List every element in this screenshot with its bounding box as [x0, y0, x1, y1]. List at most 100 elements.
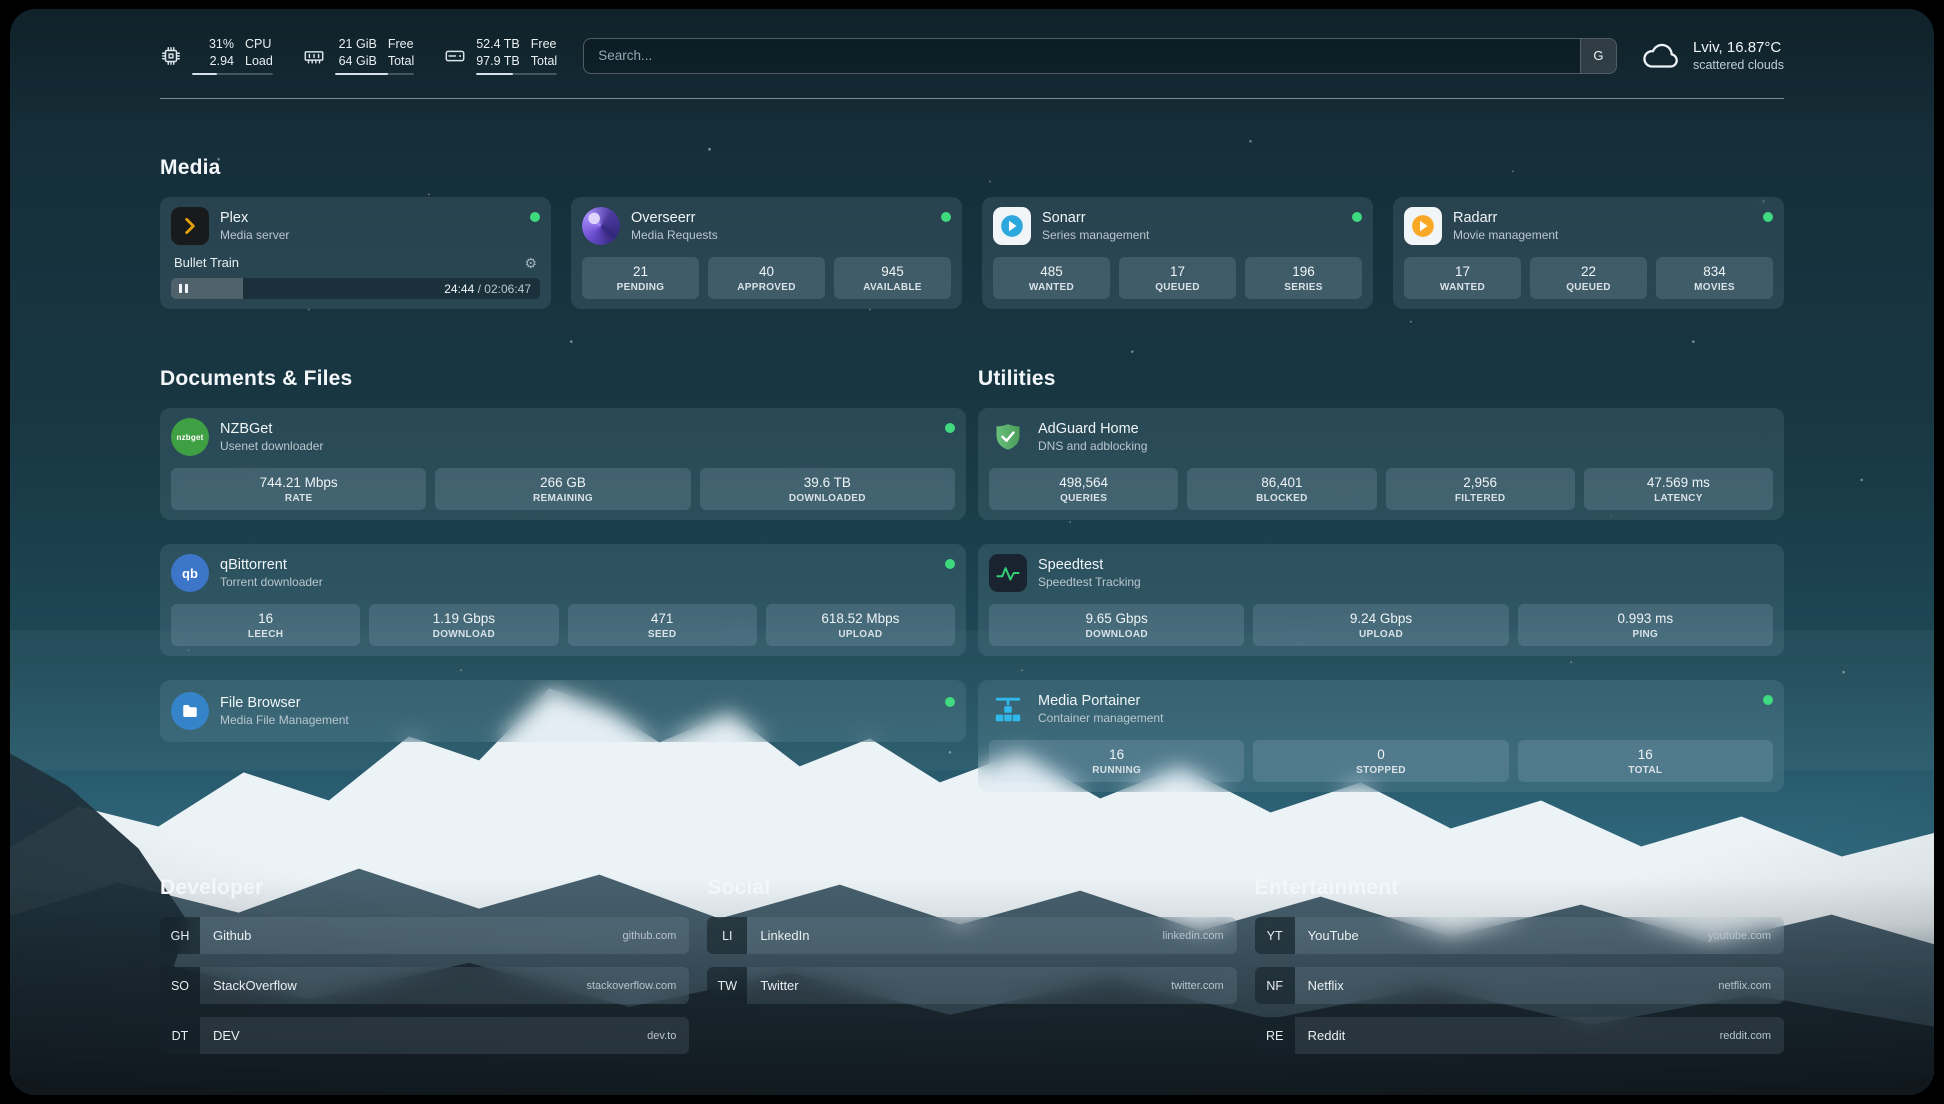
stat-box: 834 MOVIES — [1656, 257, 1773, 299]
section-title-developer: Developer — [160, 876, 689, 900]
service-card-portainer[interactable]: Media Portainer Container management 16 … — [978, 680, 1784, 792]
bookmark-name: Github — [213, 928, 251, 943]
stat-label: FILTERED — [1390, 493, 1571, 504]
disk-free-label: Free — [531, 36, 557, 53]
bookmark-twitter[interactable]: TW Twitter twitter.com — [707, 967, 1236, 1004]
stat-box: 21 PENDING — [582, 257, 699, 299]
service-card-sonarr[interactable]: Sonarr Series management 485 WANTED 17 Q… — [982, 197, 1373, 309]
service-card-radarr[interactable]: Radarr Movie management 17 WANTED 22 QUE… — [1393, 197, 1784, 309]
weather-widget: Lviv, 16.87°C scattered clouds — [1639, 39, 1784, 72]
bookmark-url: reddit.com — [1720, 1030, 1771, 1042]
bookmark-abbr: TW — [707, 967, 747, 1004]
stat-value: 0 — [1257, 747, 1504, 762]
disk-stats: 52.4 TB 97.9 TB Free Total — [476, 36, 557, 75]
disk-icon — [444, 45, 466, 67]
stat-value: 834 — [1660, 264, 1769, 279]
memory-stats: 21 GiB 64 GiB Free Total — [335, 36, 414, 75]
stat-label: STOPPED — [1257, 765, 1504, 776]
stat-label: LATENCY — [1588, 493, 1769, 504]
bookmark-url: twitter.com — [1171, 980, 1224, 992]
stat-label: DOWNLOAD — [993, 629, 1240, 640]
bookmark-dev[interactable]: DT DEV dev.to — [160, 1017, 689, 1054]
bookmark-name: Reddit — [1308, 1028, 1346, 1043]
cpu-usage-label: CPU — [245, 36, 273, 53]
service-name: Media Portainer — [1038, 693, 1163, 709]
memory-icon — [303, 45, 325, 67]
service-card-qbittorrent[interactable]: qb qBittorrent Torrent downloader 16 LEE… — [160, 544, 966, 656]
section-title-social: Social — [707, 876, 1236, 900]
service-desc: Media File Management — [220, 713, 349, 727]
playback-elapsed: 24:44 — [444, 282, 474, 296]
stat-value: 21 — [586, 264, 695, 279]
service-name: AdGuard Home — [1038, 421, 1147, 437]
section-title-media: Media — [160, 156, 1784, 180]
service-card-nzbget[interactable]: nzbget NZBGet Usenet downloader 744.21 M… — [160, 408, 966, 520]
search-provider-button[interactable]: G — [1580, 39, 1616, 73]
cpu-widget: 31% 2.94 CPU Load — [160, 36, 273, 75]
stat-box: 0.993 ms PING — [1518, 604, 1773, 646]
disk-total-label: Total — [531, 53, 557, 70]
service-name: qBittorrent — [220, 557, 323, 573]
stat-box: 17 WANTED — [1404, 257, 1521, 299]
sonarr-icon — [993, 207, 1031, 245]
stat-box: 498,564 QUERIES — [989, 468, 1178, 510]
service-card-adguard[interactable]: AdGuard Home DNS and adblocking 498,564 … — [978, 408, 1784, 520]
overseerr-icon — [582, 207, 620, 245]
status-dot — [530, 212, 540, 222]
stat-value: 0.993 ms — [1522, 611, 1769, 626]
bookmark-github[interactable]: GH Github github.com — [160, 917, 689, 954]
gear-icon[interactable]: ⚙ — [524, 256, 537, 270]
disk-total-value: 97.9 TB — [476, 53, 520, 70]
bookmark-name: LinkedIn — [760, 928, 809, 943]
bookmark-name: YouTube — [1308, 928, 1359, 943]
service-card-plex[interactable]: Plex Media server Bullet Train ⚙ 24:44 — [160, 197, 551, 309]
disk-free-value: 52.4 TB — [476, 36, 520, 53]
cpu-usage-bar — [192, 73, 273, 75]
section-social: Social LI LinkedIn linkedin.com TW Twitt… — [707, 858, 1236, 1054]
stat-box: 744.21 Mbps RATE — [171, 468, 426, 510]
stat-box: 0 STOPPED — [1253, 740, 1508, 782]
service-card-speedtest[interactable]: Speedtest Speedtest Tracking 9.65 Gbps D… — [978, 544, 1784, 656]
status-dot — [1763, 212, 1773, 222]
bookmark-youtube[interactable]: YT YouTube youtube.com — [1255, 917, 1784, 954]
qbittorrent-logo-text: qb — [182, 566, 198, 581]
bookmark-name: Netflix — [1308, 978, 1344, 993]
bookmark-abbr: YT — [1255, 917, 1295, 954]
bookmark-url: linkedin.com — [1163, 930, 1224, 942]
bookmark-stackoverflow[interactable]: SO StackOverflow stackoverflow.com — [160, 967, 689, 1004]
stat-label: QUEUED — [1123, 282, 1232, 293]
cpu-load-value: 2.94 — [210, 53, 234, 70]
stat-box: 47.569 ms LATENCY — [1584, 468, 1773, 510]
memory-usage-bar — [335, 73, 414, 75]
stat-value: 17 — [1123, 264, 1232, 279]
stat-box: 2,956 FILTERED — [1386, 468, 1575, 510]
stat-box: 485 WANTED — [993, 257, 1110, 299]
bookmark-url: stackoverflow.com — [586, 980, 676, 992]
section-utilities: Utilities — [978, 349, 1784, 792]
bookmark-url: youtube.com — [1708, 930, 1771, 942]
search-input[interactable] — [584, 39, 1580, 73]
stat-value: 266 GB — [439, 475, 686, 490]
status-dot — [941, 212, 951, 222]
stat-value: 39.6 TB — [704, 475, 951, 490]
cpu-load-label: Load — [245, 53, 273, 70]
qbittorrent-icon: qb — [171, 554, 209, 592]
section-documents: Documents & Files nzbget NZBGet Usenet d… — [160, 349, 966, 792]
service-desc: Usenet downloader — [220, 439, 323, 453]
bookmark-reddit[interactable]: RE Reddit reddit.com — [1255, 1017, 1784, 1054]
stat-value: 86,401 — [1191, 475, 1372, 490]
header-divider — [160, 98, 1784, 99]
service-card-overseerr[interactable]: Overseerr Media Requests 21 PENDING 40 A… — [571, 197, 962, 309]
cpu-icon — [160, 45, 182, 67]
bookmark-netflix[interactable]: NF Netflix netflix.com — [1255, 967, 1784, 1004]
stat-box: 196 SERIES — [1245, 257, 1362, 299]
service-card-filebrowser[interactable]: File Browser Media File Management — [160, 680, 966, 742]
bookmark-linkedin[interactable]: LI LinkedIn linkedin.com — [707, 917, 1236, 954]
speedtest-icon — [989, 554, 1027, 592]
stat-box: 9.65 Gbps DOWNLOAD — [989, 604, 1244, 646]
bookmark-abbr: DT — [160, 1017, 200, 1054]
filebrowser-icon — [171, 692, 209, 730]
stat-value: 16 — [1522, 747, 1769, 762]
service-name: Sonarr — [1042, 210, 1149, 226]
bookmark-url: dev.to — [647, 1030, 676, 1042]
